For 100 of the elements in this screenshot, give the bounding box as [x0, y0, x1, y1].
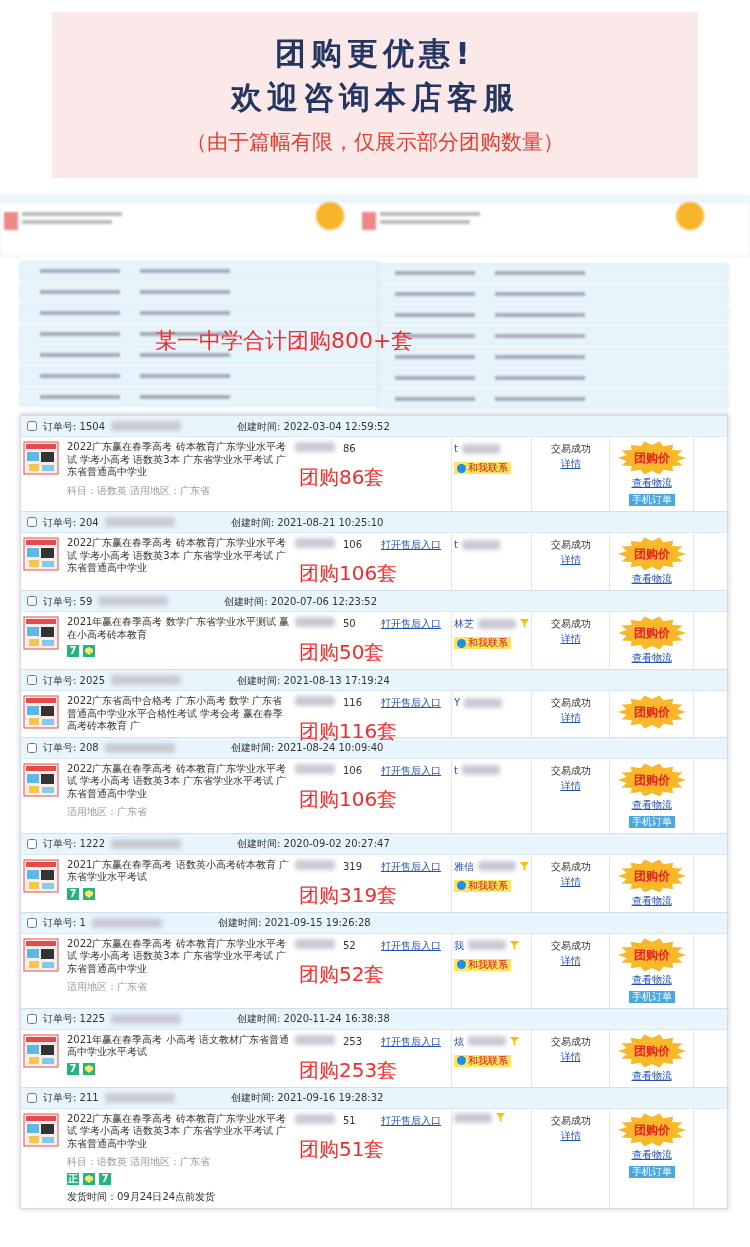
- row-checkbox[interactable]: [27, 517, 37, 527]
- redaction-blur: [98, 596, 169, 606]
- product-title[interactable]: 2022广东赢在春季高考 砖本教育广东学业水平考试 学考小高考 语数英3本 广东省学业水平考试 广东省普通高中学业: [67, 537, 291, 575]
- detail-link[interactable]: 详情: [534, 1127, 607, 1143]
- buyer-name[interactable]: 林芝: [454, 616, 474, 631]
- shield-icon: [83, 1173, 95, 1185]
- product-title[interactable]: 2021广东赢在春季高考 语数英小高考砖本教育 广东省学业水平考试: [67, 858, 291, 884]
- quantity: 116: [343, 697, 363, 708]
- logistics-link[interactable]: 查看物流: [612, 971, 691, 987]
- contact-button[interactable]: 和我联系: [454, 879, 511, 892]
- buyer-name[interactable]: 炫: [454, 1033, 464, 1049]
- chat-icon: [457, 638, 466, 648]
- detail-link[interactable]: 详情: [534, 631, 607, 646]
- detail-link[interactable]: 详情: [534, 777, 607, 793]
- quantity: 253: [343, 1035, 363, 1047]
- banner-note: （由于篇幅有限，仅展示部分团购数量）: [186, 129, 564, 157]
- contact-button[interactable]: 和我联系: [454, 462, 511, 474]
- created-time: 创建时间: 2021-09-16 19:28:32: [230, 1091, 384, 1105]
- buyer-name[interactable]: t: [454, 537, 458, 552]
- logistics-link[interactable]: 查看物流: [612, 1146, 691, 1162]
- buyer-name[interactable]: t: [454, 762, 458, 778]
- order-number: 订单号: 211: [43, 1091, 99, 1105]
- banner-title: 欢迎咨询本店客服: [231, 78, 519, 118]
- row-checkbox[interactable]: [27, 421, 37, 431]
- deal-price-badge: 团购价: [616, 1033, 687, 1068]
- product-meta: 适用地区：广东省: [67, 980, 148, 994]
- group-buy-count: 团购86套: [298, 464, 386, 491]
- group-buy-count: 团购106套: [298, 785, 399, 813]
- detail-link[interactable]: 详情: [534, 952, 607, 968]
- buyer-name[interactable]: 雅信: [454, 858, 474, 874]
- chat-icon: [457, 960, 466, 969]
- product-title[interactable]: 2021年赢在春季高考 数学广东省学业水平测试 赢在小高考砖本教育: [67, 616, 291, 641]
- buyer-name[interactable]: 我: [454, 937, 464, 953]
- redaction-blur: [295, 938, 335, 949]
- detail-link[interactable]: 详情: [534, 710, 607, 725]
- after-sales-link[interactable]: 打开售后入口: [381, 860, 441, 872]
- phone-order-badge: 手机订单: [628, 494, 675, 506]
- product-title[interactable]: 2022广东赢在春季高考 砖本教育广东学业水平考试 学考小高考 语数英3本 广东省学业水平考试 广东省普通高中学业: [67, 762, 291, 800]
- redaction-blur: [295, 442, 335, 452]
- order-status: 交易成功: [549, 1034, 592, 1049]
- contact-button[interactable]: 和我联系: [454, 1054, 511, 1067]
- after-sales-link[interactable]: 打开售后入口: [381, 697, 441, 708]
- quantity: 50: [343, 618, 356, 629]
- group-buy-count: 团购319套: [298, 881, 399, 909]
- product-title[interactable]: 2021年赢在春季高考 小高考 语文教材广东省普通高中学业水平考试: [67, 1033, 291, 1059]
- logistics-link[interactable]: 查看物流: [612, 650, 691, 665]
- contact-button[interactable]: 和我联系: [454, 958, 511, 971]
- logistics-link[interactable]: 查看物流: [612, 475, 691, 490]
- redaction-blur: [478, 861, 516, 871]
- after-sales-link[interactable]: 打开售后入口: [381, 539, 441, 550]
- row-checkbox[interactable]: [27, 1092, 37, 1103]
- detail-link[interactable]: 详情: [534, 1048, 607, 1064]
- deal-price-badge: 团购价: [616, 937, 687, 972]
- product-title[interactable]: 2022广东省高中合格考 广东小高考 数学 广东省普通高中学业水平合格性考试 学考会考 赢在春季高考砖本教育 广: [67, 695, 291, 733]
- row-checkbox[interactable]: [27, 675, 37, 685]
- redaction-blur: [461, 765, 500, 775]
- after-sales-link[interactable]: 打开售后入口: [381, 764, 441, 776]
- redaction-blur: [104, 1092, 175, 1103]
- redaction-blur: [91, 917, 162, 928]
- tag-label: 7: [99, 1173, 111, 1185]
- product-meta: 适用地区：广东省: [67, 805, 148, 819]
- collage-caption: 某一中学合计团购800+套: [155, 327, 414, 355]
- detail-link[interactable]: 详情: [534, 552, 607, 567]
- logistics-link[interactable]: 查看物流: [612, 892, 691, 908]
- logistics-link[interactable]: 查看物流: [612, 796, 691, 812]
- redaction-blur: [468, 1036, 506, 1046]
- quantity: 106: [343, 539, 363, 550]
- row-checkbox[interactable]: [27, 838, 37, 849]
- contact-button[interactable]: 和我联系: [454, 637, 511, 649]
- product-title[interactable]: 2022广东赢在春季高考 砖本教育广东学业水平考试 学考小高考 语数英3本 广东省学业水平考试 广东省普通高中学业: [67, 441, 291, 479]
- tag-label: 7: [67, 1062, 79, 1075]
- logistics-link[interactable]: 查看物流: [612, 571, 691, 586]
- order-status: 交易成功: [549, 1113, 592, 1128]
- deal-price-badge: 团购价: [616, 616, 687, 650]
- tag-label: 7: [67, 887, 79, 900]
- after-sales-link[interactable]: 打开售后入口: [381, 1035, 441, 1047]
- redaction-blur: [295, 696, 335, 706]
- order-number: 订单号: 1504: [43, 419, 105, 434]
- deal-price-badge: 团购价: [616, 537, 687, 571]
- after-sales-link[interactable]: 打开售后入口: [381, 1114, 441, 1126]
- product-title[interactable]: 2022广东赢在春季高考 砖本教育广东学业水平考试 学考小高考 语数英3本 广东省学业水平考试 广东省普通高中学业: [67, 937, 291, 975]
- created-time: 创建时间: 2021-08-13 17:19:24: [237, 673, 390, 688]
- detail-link[interactable]: 详情: [534, 873, 607, 889]
- buyer-name[interactable]: Y: [454, 695, 461, 710]
- redaction-blur: [104, 742, 175, 753]
- row-checkbox[interactable]: [27, 596, 37, 606]
- product-title[interactable]: 2022广东赢在春季高考 砖本教育广东学业水平考试 学考小高考 语数英3本 广东省学业水平考试 广东省普通高中学业: [67, 1112, 291, 1150]
- created-time: 创建时间: 2020-11-24 16:38:38: [237, 1012, 390, 1026]
- row-checkbox[interactable]: [27, 917, 37, 928]
- after-sales-link[interactable]: 打开售后入口: [381, 939, 441, 951]
- after-sales-link[interactable]: 打开售后入口: [381, 618, 441, 629]
- logistics-link[interactable]: 查看物流: [612, 1067, 691, 1083]
- redaction-blur: [295, 763, 335, 774]
- detail-link[interactable]: 详情: [534, 456, 607, 471]
- chat-icon: [457, 1056, 466, 1065]
- row-checkbox[interactable]: [27, 1013, 37, 1024]
- row-checkbox[interactable]: [27, 742, 37, 753]
- order-status: 交易成功: [549, 859, 592, 874]
- redaction-blur: [295, 1113, 335, 1124]
- buyer-name[interactable]: t: [454, 441, 458, 456]
